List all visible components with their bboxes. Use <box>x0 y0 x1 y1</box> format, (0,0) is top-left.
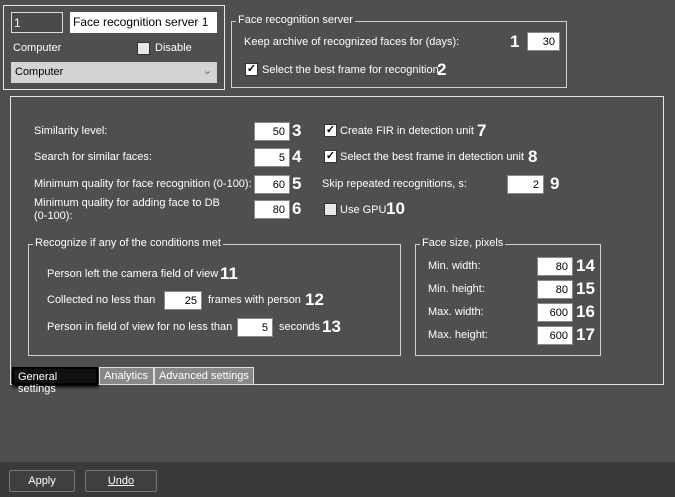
min-height-label: Min. height: <box>428 283 485 295</box>
in-field-label: Person in field of view for no less than <box>47 321 233 333</box>
conditions-group-title: Recognize if any of the conditions met <box>33 237 223 249</box>
marker-17: 17 <box>576 325 595 344</box>
name-field[interactable]: Face recognition server 1 <box>70 12 217 33</box>
marker-3: 3 <box>292 121 302 140</box>
min-quality-db-label: Minimum quality for adding face to DB <box>34 197 220 209</box>
collected-suffix: frames with person <box>208 294 301 306</box>
min-quality-db-input[interactable]: 80 <box>254 200 290 219</box>
marker-2: 2 <box>437 60 447 79</box>
best-frame-label: Select the best frame for recognition <box>262 64 439 76</box>
chevron-down-icon: ⌄ <box>202 65 212 77</box>
computer-select[interactable]: Computer ⌄ <box>11 62 217 83</box>
archive-days-input[interactable]: 30 <box>527 32 560 51</box>
min-width-input[interactable]: 80 <box>537 257 573 276</box>
in-field-seconds-input[interactable]: 5 <box>237 318 273 337</box>
marker-14: 14 <box>576 256 595 275</box>
in-field-suffix: seconds <box>279 321 320 333</box>
marker-15: 15 <box>576 279 595 298</box>
disable-checkbox[interactable] <box>137 42 150 55</box>
min-width-label: Min. width: <box>428 260 481 272</box>
best-frame-unit-checkbox[interactable]: ✓ <box>324 150 337 163</box>
skip-label: Skip repeated recognitions, s: <box>322 178 467 190</box>
max-height-input[interactable]: 600 <box>537 326 573 345</box>
marker-5: 5 <box>292 174 302 193</box>
max-width-input[interactable]: 600 <box>537 303 573 322</box>
use-gpu-label: Use GPU <box>340 204 387 216</box>
skip-input[interactable]: 2 <box>507 175 544 194</box>
min-quality-input[interactable]: 60 <box>254 175 290 194</box>
min-quality-label: Minimum quality for face recognition (0-… <box>34 178 252 190</box>
computer-label: Computer <box>13 42 62 54</box>
marker-7: 7 <box>477 121 487 140</box>
marker-8: 8 <box>528 147 538 166</box>
id-field[interactable]: 1 <box>11 12 63 33</box>
marker-4: 4 <box>292 147 302 166</box>
collected-label: Collected no less than <box>47 294 156 306</box>
max-width-label: Max. width: <box>428 306 484 318</box>
marker-12: 12 <box>305 290 324 309</box>
min-quality-db-label-2: (0-100): <box>34 210 73 222</box>
max-height-label: Max. height: <box>428 329 488 341</box>
archive-label: Keep archive of recognized faces for (da… <box>244 36 460 48</box>
create-fir-checkbox[interactable]: ✓ <box>324 124 337 137</box>
search-label: Search for similar faces: <box>34 151 152 163</box>
tab-analytics[interactable]: Analytics <box>99 367 154 385</box>
marker-6: 6 <box>292 199 302 218</box>
server-group-title: Face recognition server <box>236 14 355 26</box>
use-gpu-checkbox[interactable] <box>324 203 337 216</box>
apply-button[interactable]: Apply <box>9 470 75 492</box>
marker-16: 16 <box>576 302 595 321</box>
computer-select-value: Computer <box>15 66 64 78</box>
disable-label: Disable <box>155 42 192 54</box>
marker-10: 10 <box>386 199 405 218</box>
tab-general-settings[interactable]: General settings <box>12 367 98 395</box>
marker-1: 1 <box>510 32 520 51</box>
collected-frames-input[interactable]: 25 <box>164 291 202 310</box>
min-height-input[interactable]: 80 <box>537 280 573 299</box>
best-frame-checkbox[interactable]: ✓ <box>245 63 258 76</box>
similarity-input[interactable]: 50 <box>254 122 290 141</box>
similarity-label: Similarity level: <box>34 125 108 137</box>
search-input[interactable]: 5 <box>254 148 290 167</box>
left-view-label: Person left the camera field of view <box>47 268 219 280</box>
tab-advanced-settings[interactable]: Advanced settings <box>154 367 254 385</box>
face-size-group-title: Face size, pixels <box>420 237 506 249</box>
marker-13: 13 <box>322 317 341 336</box>
best-frame-unit-label: Select the best frame in detection unit <box>340 151 525 163</box>
create-fir-label: Create FIR in detection unit <box>340 125 474 137</box>
undo-button[interactable]: Undo <box>85 470 157 492</box>
marker-11: 11 <box>220 264 238 283</box>
marker-9: 9 <box>550 174 560 193</box>
